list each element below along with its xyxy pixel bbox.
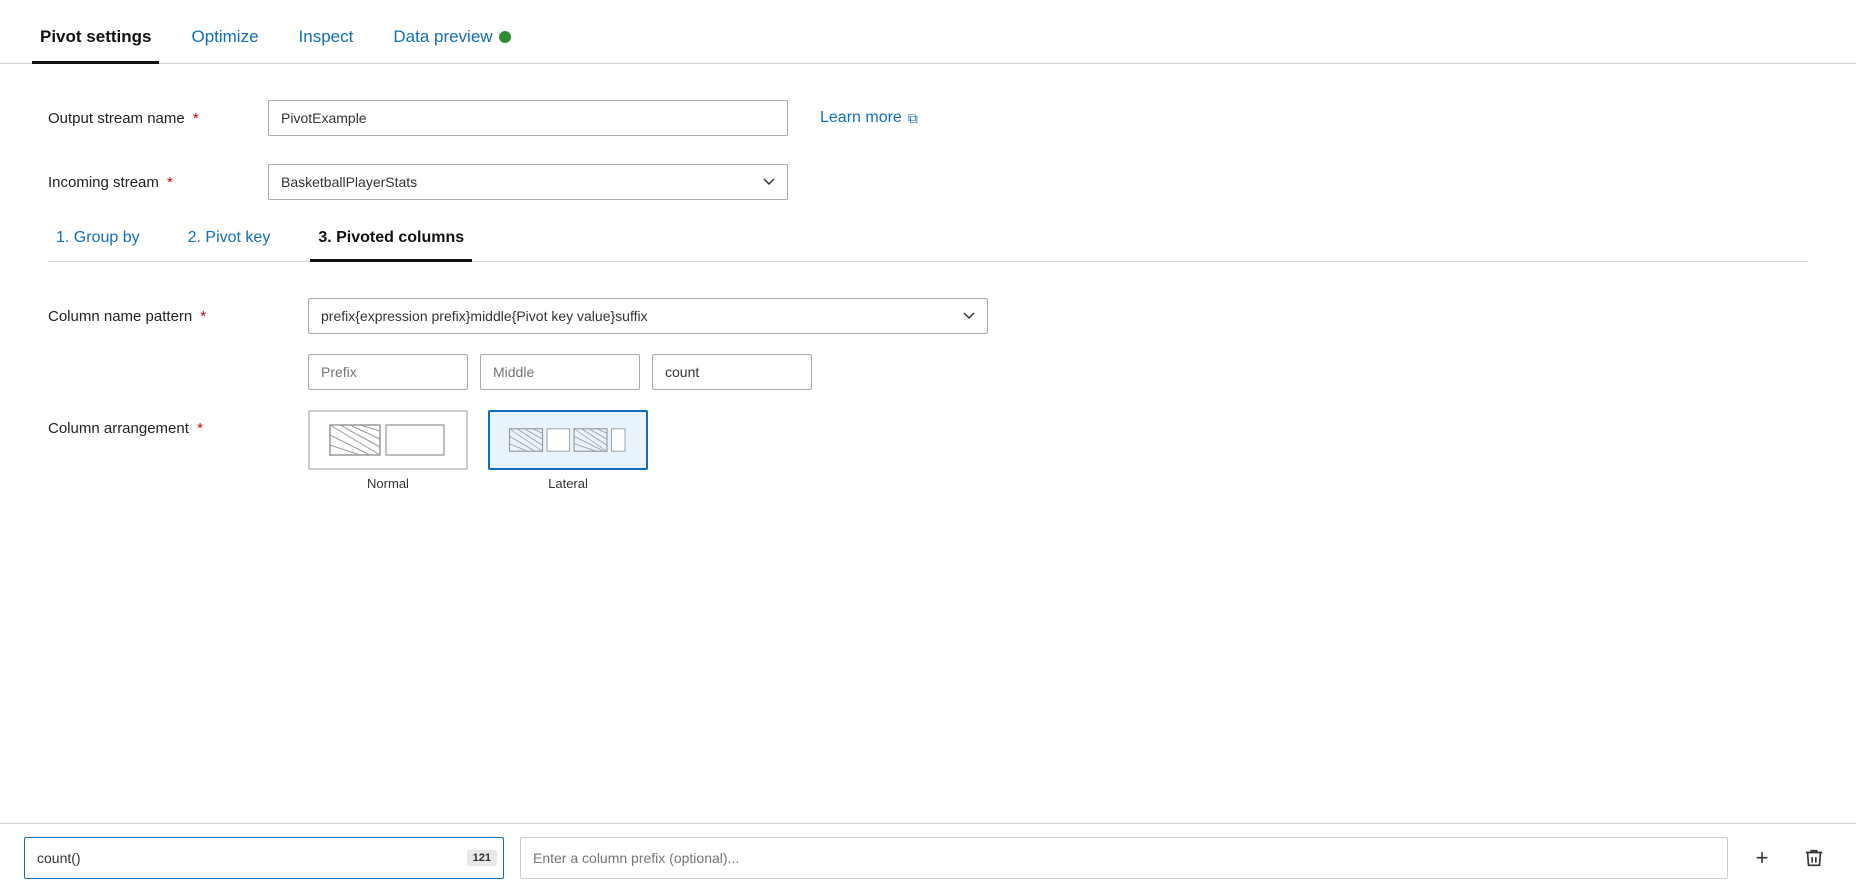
column-name-pattern-select[interactable]: prefix{expression prefix}middle{Pivot ke… <box>308 298 988 334</box>
arrangement-lateral-label: Lateral <box>548 476 588 491</box>
arrangement-normal-box[interactable] <box>308 410 468 470</box>
column-arrangement-label: Column arrangement * <box>48 410 308 437</box>
count-input-wrap: 121 <box>24 837 504 879</box>
suffix-input[interactable] <box>652 354 812 390</box>
incoming-stream-row: Incoming stream * BasketballPlayerStats <box>48 164 1808 200</box>
sub-tab-bar: 1. Group by 2. Pivot key 3. Pivoted colu… <box>48 228 1808 262</box>
bottom-bar: 121 + <box>0 823 1856 891</box>
main-content: Output stream name * Learn more ⧉ Incomi… <box>0 64 1856 535</box>
prefix-input[interactable] <box>308 354 468 390</box>
output-stream-label: Output stream name * <box>48 110 268 127</box>
pivot-section: Column name pattern * prefix{expression … <box>48 298 1808 491</box>
arrangement-lateral[interactable]: Lateral <box>488 410 648 491</box>
arrangement-lateral-box[interactable] <box>488 410 648 470</box>
required-star-output: * <box>193 110 199 127</box>
column-name-pattern-row: Column name pattern * prefix{expression … <box>48 298 1808 334</box>
required-star-pattern: * <box>200 308 206 325</box>
tab-pivot-settings[interactable]: Pivot settings <box>32 27 159 64</box>
trash-icon <box>1803 847 1825 869</box>
output-stream-input[interactable] <box>268 100 788 136</box>
tab-inspect[interactable]: Inspect <box>291 27 362 64</box>
pattern-inputs-row <box>308 354 1808 390</box>
normal-arrangement-icon <box>328 420 448 460</box>
count-expression-input[interactable] <box>25 838 467 878</box>
column-name-pattern-label: Column name pattern * <box>48 308 308 325</box>
incoming-stream-select[interactable]: BasketballPlayerStats <box>268 164 788 200</box>
external-link-icon: ⧉ <box>908 110 918 127</box>
middle-input[interactable] <box>480 354 640 390</box>
data-preview-indicator <box>499 31 511 43</box>
column-prefix-input[interactable] <box>520 837 1728 879</box>
incoming-stream-label: Incoming stream * <box>48 174 268 191</box>
tab-optimize[interactable]: Optimize <box>183 27 266 64</box>
arrangement-options: Normal <box>308 410 648 491</box>
top-tab-bar: Pivot settings Optimize Inspect Data pre… <box>0 0 1856 64</box>
column-arrangement-row: Column arrangement * <box>48 410 1808 491</box>
arrangement-normal[interactable]: Normal <box>308 410 468 491</box>
learn-more-link[interactable]: Learn more ⧉ <box>820 109 918 127</box>
delete-expression-button[interactable] <box>1796 840 1832 876</box>
count-badge: 121 <box>467 850 497 866</box>
sub-tab-pivot-key[interactable]: 2. Pivot key <box>180 229 279 262</box>
required-star-arrangement: * <box>197 420 203 437</box>
add-expression-button[interactable]: + <box>1744 840 1780 876</box>
sub-tab-group-by[interactable]: 1. Group by <box>48 229 148 262</box>
arrangement-normal-label: Normal <box>367 476 409 491</box>
lateral-arrangement-icon <box>508 420 628 460</box>
output-stream-row: Output stream name * Learn more ⧉ <box>48 100 1808 136</box>
tab-data-preview[interactable]: Data preview <box>385 27 518 64</box>
required-star-incoming: * <box>167 174 173 191</box>
sub-tab-pivoted-columns[interactable]: 3. Pivoted columns <box>310 229 472 262</box>
